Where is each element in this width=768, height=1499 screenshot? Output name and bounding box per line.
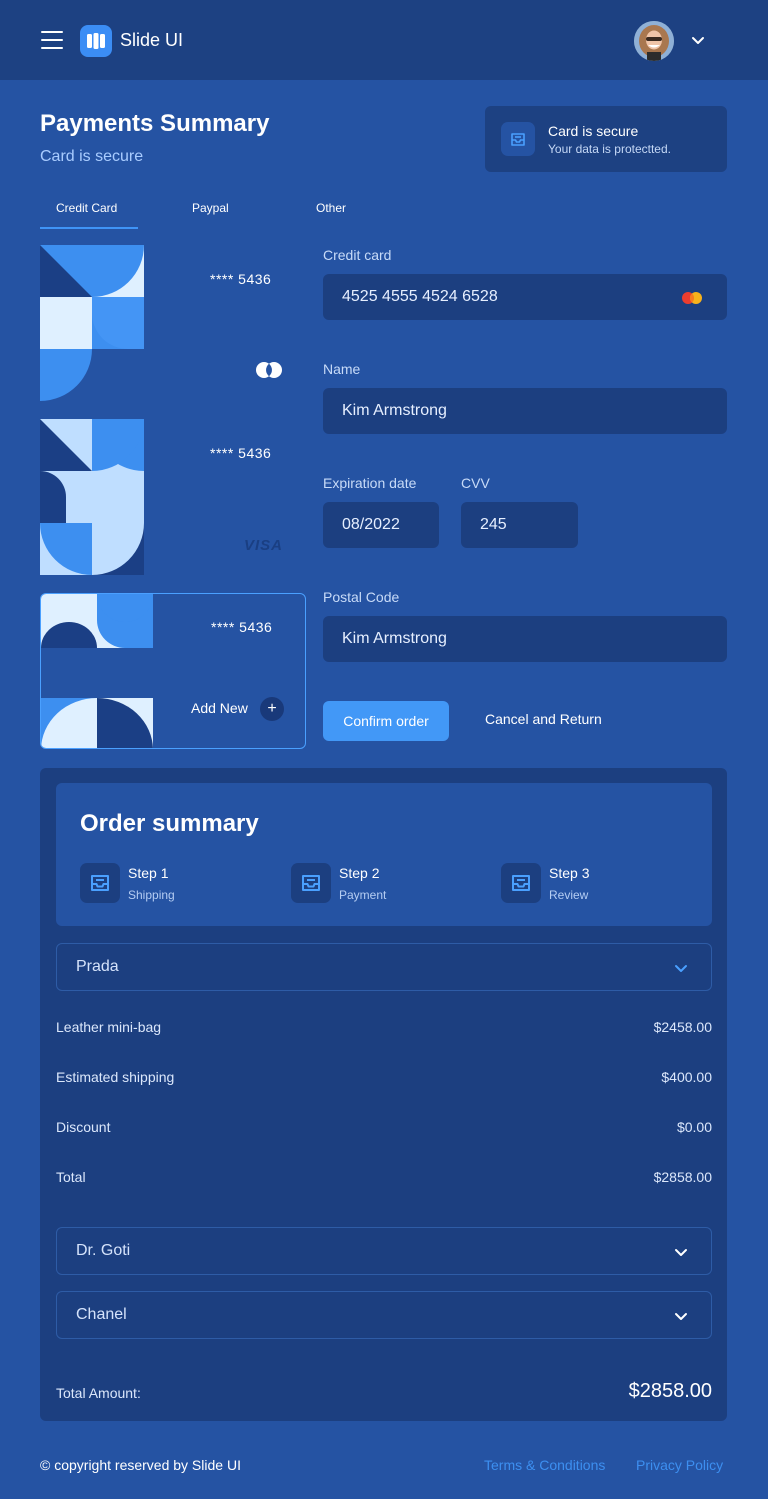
- terms-link[interactable]: Terms & Conditions: [484, 1457, 605, 1473]
- postal-code-input[interactable]: Kim Armstrong: [323, 616, 727, 662]
- saved-card-visa[interactable]: **** 5436 VISA: [40, 419, 306, 575]
- inbox-icon: [501, 863, 541, 903]
- discount-label: Discount: [56, 1119, 111, 1135]
- secure-title: Card is secure: [548, 123, 639, 139]
- dropdown-dr-goti[interactable]: Dr. Goti: [56, 1227, 712, 1275]
- total-amount-label: Total Amount:: [56, 1385, 141, 1401]
- card-number: **** 5436: [211, 619, 273, 635]
- step-title: Step 3: [549, 865, 590, 881]
- chevron-down-icon: [675, 965, 687, 972]
- discount-value: $0.00: [676, 1119, 712, 1135]
- chevron-down-icon[interactable]: [690, 32, 706, 48]
- tab-credit-card[interactable]: Credit Card: [56, 201, 117, 215]
- secure-subtitle: Your data is protectted.: [548, 142, 671, 156]
- inbox-icon: [501, 122, 535, 156]
- top-bar: Slide UI: [0, 0, 768, 80]
- saved-card-mastercard[interactable]: **** 5436: [40, 245, 306, 401]
- shipping-label: Estimated shipping: [56, 1069, 175, 1085]
- shipping-value: $400.00: [661, 1069, 712, 1085]
- postal-code-label: Postal Code: [323, 589, 400, 605]
- order-summary-panel: Order summary Step 1 Shipping Step 2 Pay…: [40, 768, 727, 1421]
- mastercard-icon: [256, 362, 282, 378]
- visa-logo: VISA: [244, 537, 284, 554]
- order-summary-title: Order summary: [80, 810, 259, 837]
- page-title: Payments Summary: [40, 110, 270, 137]
- expiration-input[interactable]: 08/2022: [323, 502, 439, 548]
- subtotal-value: $2858.00: [653, 1169, 712, 1185]
- logo-icon: [80, 25, 112, 57]
- card-pattern-graphic: [40, 245, 144, 401]
- step-subtitle: Payment: [339, 888, 387, 902]
- tab-paypal[interactable]: Paypal: [192, 201, 229, 215]
- credit-card-input[interactable]: 4525 4555 4524 6528: [323, 274, 727, 320]
- inbox-icon: [80, 863, 120, 903]
- add-new-label: Add New: [191, 700, 248, 716]
- step-subtitle: Review: [549, 888, 589, 902]
- order-summary-header: Order summary Step 1 Shipping Step 2 Pay…: [56, 783, 712, 926]
- tab-other[interactable]: Other: [316, 201, 346, 215]
- add-new-card[interactable]: **** 5436 Add New +: [40, 593, 306, 749]
- total-amount-value: $2858.00: [628, 1380, 712, 1402]
- expiration-label: Expiration date: [323, 475, 417, 491]
- dropdown-label: Prada: [76, 958, 119, 975]
- credit-card-label: Credit card: [323, 247, 392, 263]
- tab-active-indicator: [40, 227, 138, 229]
- dropdown-prada[interactable]: Prada: [56, 943, 712, 991]
- mastercard-icon: [682, 292, 702, 304]
- dropdown-label: Chanel: [76, 1306, 127, 1323]
- card-pattern-graphic: [40, 419, 144, 575]
- cvv-label: CVV: [461, 475, 490, 491]
- app-title: Slide UI: [120, 30, 184, 50]
- cancel-return-button[interactable]: Cancel and Return: [485, 711, 602, 727]
- page-subtitle: Card is secure: [40, 148, 144, 165]
- cvv-input[interactable]: 245: [461, 502, 578, 548]
- hamburger-icon[interactable]: [41, 31, 63, 49]
- avatar[interactable]: [634, 21, 674, 61]
- chevron-down-icon: [675, 1249, 687, 1256]
- footer-copyright: © copyright reserved by Slide UI: [40, 1457, 241, 1473]
- privacy-link[interactable]: Privacy Policy: [636, 1457, 723, 1473]
- subtotal-label: Total: [56, 1169, 86, 1185]
- line-item-value: $2458.00: [653, 1019, 712, 1035]
- inbox-icon: [291, 863, 331, 903]
- confirm-order-button[interactable]: Confirm order: [323, 701, 449, 741]
- card-number: **** 5436: [210, 271, 272, 287]
- dropdown-chanel[interactable]: Chanel: [56, 1291, 712, 1339]
- line-item-label: Leather mini-bag: [56, 1019, 162, 1035]
- plus-icon[interactable]: +: [260, 697, 284, 721]
- secure-notice: Card is secure Your data is protectted.: [485, 106, 727, 172]
- card-pattern-graphic: [41, 594, 153, 748]
- step-title: Step 1: [128, 865, 169, 881]
- chevron-down-icon: [675, 1313, 687, 1320]
- card-number: **** 5436: [210, 445, 272, 461]
- name-input[interactable]: Kim Armstrong: [323, 388, 727, 434]
- name-label: Name: [323, 361, 361, 377]
- step-title: Step 2: [339, 865, 380, 881]
- step-subtitle: Shipping: [128, 888, 175, 902]
- dropdown-label: Dr. Goti: [76, 1242, 131, 1259]
